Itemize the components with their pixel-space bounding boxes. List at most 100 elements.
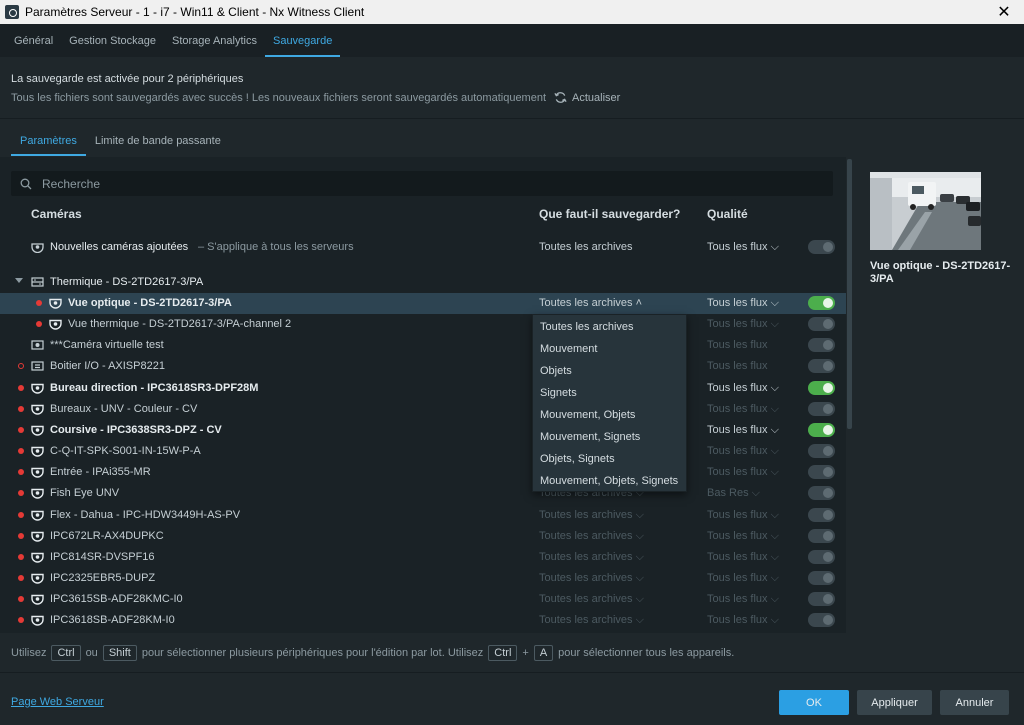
- quality-select[interactable]: Bas Res ⌵: [707, 487, 760, 500]
- kbd-a: A: [533, 645, 554, 661]
- quality-select[interactable]: Tous les flux ⌵: [707, 572, 779, 585]
- quality-select[interactable]: Tous les flux ⌵: [707, 382, 779, 395]
- dropdown-option[interactable]: Mouvement, Objets: [533, 404, 686, 426]
- backup-toggle[interactable]: [808, 592, 835, 607]
- quality-select[interactable]: Tous les flux ⌵: [707, 318, 779, 331]
- dropdown-option[interactable]: Signets: [533, 382, 686, 404]
- tab-bandwidth-limit[interactable]: Limite de bande passante: [86, 126, 230, 156]
- backup-toggle[interactable]: [808, 401, 835, 416]
- device-group-row[interactable]: Thermique - DS-2TD2617-3/PA: [0, 272, 846, 293]
- quality-select[interactable]: Tous les flux ⌵: [707, 551, 779, 564]
- quality-select[interactable]: Tous les flux ⌵: [707, 297, 779, 310]
- backup-toggle[interactable]: [808, 380, 835, 395]
- what-to-backup-select[interactable]: Toutes les archives ⌵: [539, 614, 644, 627]
- backup-toggle[interactable]: [808, 444, 835, 459]
- quality-select[interactable]: Tous les flux ⌵: [707, 593, 779, 606]
- vertical-scrollbar[interactable]: [846, 157, 853, 633]
- quality-select[interactable]: Tous les flux: [707, 360, 768, 372]
- scrollbar-thumb[interactable]: [847, 159, 852, 429]
- dropdown-option[interactable]: Objets: [533, 360, 686, 382]
- server-web-page-link[interactable]: Page Web Serveur: [11, 696, 104, 708]
- backup-success-status: Tous les fichiers sont sauvegardés avec …: [11, 91, 620, 104]
- kbd-ctrl: Ctrl: [488, 645, 518, 661]
- footer-divider: [0, 672, 1024, 673]
- title-bar: Paramètres Serveur - 1 - i7 - Win11 & Cl…: [0, 0, 1024, 24]
- camera-row[interactable]: Entrée - IPAi355-MR Tous les flux ⌵: [0, 462, 846, 483]
- tab-parameters[interactable]: Paramètres: [11, 126, 86, 156]
- quality-select[interactable]: Tous les flux ⌵: [707, 614, 779, 627]
- backup-toggle[interactable]: [808, 507, 835, 522]
- section-divider: [0, 118, 1024, 119]
- new-cameras-backup-toggle[interactable]: [808, 240, 835, 254]
- ok-button[interactable]: OK: [779, 690, 849, 715]
- tab-storage-management[interactable]: Gestion Stockage: [61, 24, 164, 57]
- what-to-backup-select[interactable]: Toutes les archives ⌵: [539, 593, 644, 606]
- dropdown-option[interactable]: Objets, Signets: [533, 448, 686, 470]
- camera-row[interactable]: Vue optique - DS-2TD2617-3/PA Toutes les …: [0, 293, 846, 314]
- backup-toggle[interactable]: [808, 486, 835, 501]
- column-header-what-to-backup[interactable]: Que faut-il sauvegarder?: [539, 207, 680, 221]
- camera-row[interactable]: Bureaux - UNV - Couleur - CV Tous les flu…: [0, 399, 846, 420]
- what-to-backup-select[interactable]: Toutes les archives ⌵: [539, 530, 644, 543]
- backup-toggle[interactable]: [808, 338, 835, 353]
- backup-toggle[interactable]: [808, 549, 835, 564]
- camera-row[interactable]: Bureau direction - IPC3618SR3-DPF28M Tous…: [0, 378, 846, 399]
- expand-chevron-icon[interactable]: [15, 278, 23, 283]
- tab-storage-analytics[interactable]: Storage Analytics: [164, 24, 265, 57]
- backup-toggle[interactable]: [808, 296, 835, 310]
- backup-toggle[interactable]: [808, 613, 835, 628]
- what-to-backup-select[interactable]: Toutes les archives ˄: [539, 297, 642, 309]
- backup-toggle[interactable]: [808, 317, 835, 332]
- quality-select[interactable]: Tous les flux: [707, 339, 768, 351]
- cancel-button[interactable]: Annuler: [940, 690, 1009, 715]
- camera-icon: [31, 573, 44, 584]
- new-cameras-quality-select[interactable]: Tous les flux ⌵: [707, 241, 779, 254]
- new-cameras-row[interactable]: Nouvelles caméras ajoutées – S'applique …: [0, 237, 846, 258]
- camera-name: Flex - Dahua - IPC-HDW3449H-AS-PV: [50, 508, 241, 521]
- new-cameras-what-select[interactable]: Toutes les archives: [539, 241, 633, 253]
- camera-row[interactable]: IPC3618SB-ADF28KM-I0 Toutes les archives …: [0, 610, 846, 631]
- backup-toggle[interactable]: [808, 570, 835, 585]
- camera-icon: [31, 467, 44, 478]
- camera-row[interactable]: C-Q-IT-SPK-S001-IN-15W-P-A Tous les flux …: [0, 441, 846, 462]
- camera-row[interactable]: IPC3615SB-ADF28KMC-I0 Toutes les archives…: [0, 589, 846, 610]
- camera-row[interactable]: IPC2325EBR5-DUPZ Toutes les archives ⌵ Tou…: [0, 568, 846, 589]
- camera-row[interactable]: Flex - Dahua - IPC-HDW3449H-AS-PV Toutes …: [0, 505, 846, 526]
- quality-select[interactable]: Tous les flux ⌵: [707, 403, 779, 416]
- camera-row[interactable]: Vue thermique - DS-2TD2617-3/PA-channel …: [0, 314, 846, 335]
- tab-backup[interactable]: Sauvegarde: [264, 24, 341, 57]
- close-window-button[interactable]: ✕: [994, 2, 1014, 22]
- quality-select[interactable]: Tous les flux ⌵: [707, 509, 779, 522]
- dropdown-option[interactable]: Mouvement, Signets: [533, 426, 686, 448]
- camera-row[interactable]: Fish Eye UNV Toutes les archives ⌵ Bas Res…: [0, 483, 846, 504]
- backup-toggle[interactable]: [808, 528, 835, 543]
- refresh-button[interactable]: Actualiser: [554, 91, 620, 104]
- apply-button[interactable]: Appliquer: [857, 690, 932, 715]
- camera-row[interactable]: Boitier I/O - AXISP8221 Tous les flux: [0, 356, 846, 377]
- sub-tabs: Paramètres Limite de bande passante: [11, 126, 230, 156]
- camera-row[interactable]: IPC814SR-DVSPF16 Toutes les archives ⌵ Tou…: [0, 547, 846, 568]
- dropdown-option[interactable]: Mouvement: [533, 338, 686, 360]
- selection-hint: Utilisez Ctrl ou Shift pour sélectionner…: [11, 645, 734, 661]
- camera-row[interactable]: Coursive - IPC3638SR3-DPZ - CV Tous les f…: [0, 420, 846, 441]
- backup-toggle[interactable]: [808, 359, 835, 374]
- camera-name: Fish Eye UNV: [50, 487, 120, 500]
- quality-select[interactable]: Tous les flux ⌵: [707, 445, 779, 458]
- what-to-backup-select[interactable]: Toutes les archives ⌵: [539, 551, 644, 564]
- quality-select[interactable]: Tous les flux ⌵: [707, 466, 779, 479]
- tab-general[interactable]: Général: [6, 24, 61, 57]
- quality-select[interactable]: Tous les flux ⌵: [707, 424, 779, 437]
- backup-toggle[interactable]: [808, 465, 835, 480]
- dropdown-option[interactable]: Toutes les archives: [533, 316, 686, 338]
- column-header-cameras[interactable]: Caméras: [31, 207, 82, 221]
- search-input[interactable]: Recherche: [11, 171, 833, 196]
- backup-toggle[interactable]: [808, 422, 835, 437]
- status-dot-icon: [18, 617, 24, 624]
- column-header-quality[interactable]: Qualité: [707, 207, 748, 221]
- dropdown-option[interactable]: Mouvement, Objets, Signets: [533, 470, 686, 492]
- what-to-backup-select[interactable]: Toutes les archives ⌵: [539, 509, 644, 522]
- camera-row[interactable]: IPC672LR-AX4DUPKC Toutes les archives ⌵ To…: [0, 526, 846, 547]
- quality-select[interactable]: Tous les flux ⌵: [707, 530, 779, 543]
- what-to-backup-select[interactable]: Toutes les archives ⌵: [539, 572, 644, 585]
- camera-row[interactable]: ***Caméra virtuelle test Tous les flux: [0, 335, 846, 356]
